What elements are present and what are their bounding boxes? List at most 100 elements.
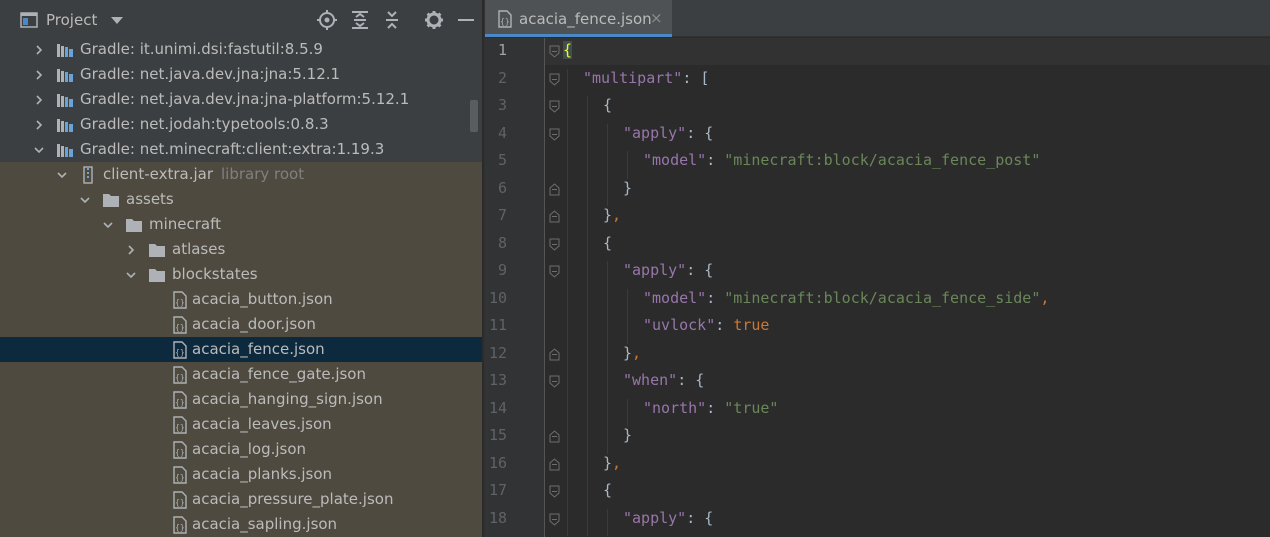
minimize-icon[interactable] — [456, 10, 476, 30]
chevron-right-icon[interactable] — [34, 45, 44, 55]
json-file-icon: {} — [173, 341, 187, 359]
close-icon[interactable]: × — [650, 9, 663, 27]
chevron-down-icon[interactable] — [34, 145, 44, 155]
fold-open-icon[interactable] — [549, 265, 560, 278]
chevron-down-icon[interactable] — [57, 170, 67, 180]
fold-close-icon[interactable] — [549, 430, 560, 443]
json-key: "model" — [643, 288, 707, 307]
tree-node-item[interactable]: Gradle: net.java.dev.jna:jna-platform:5.… — [0, 87, 482, 112]
project-tree: Gradle: it.unimi.dsi:fastutil:8.5.9 Gradl… — [0, 38, 482, 537]
json-punctuation: } — [603, 453, 613, 472]
tree-file-item[interactable]: {} acacia_pressure_plate.json — [0, 487, 482, 512]
tree-file-item[interactable]: {} acacia_leaves.json — [0, 412, 482, 437]
fold-open-icon[interactable] — [549, 238, 560, 251]
crosshair-icon[interactable] — [317, 10, 337, 30]
tree-node-item[interactable]: blockstates — [0, 262, 482, 287]
tree-file-item[interactable]: {} acacia_log.json — [0, 437, 482, 462]
json-keyword: , — [632, 343, 642, 362]
fold-close-icon[interactable] — [549, 347, 560, 361]
json-keyword: , — [612, 453, 622, 472]
caret-row-highlight — [545, 38, 1270, 65]
chevron-right-icon[interactable] — [34, 95, 44, 105]
json-file-icon: {} — [173, 441, 187, 459]
fold-open-icon[interactable] — [549, 513, 560, 526]
fold-close-icon[interactable] — [549, 182, 560, 196]
svg-text:{}: {} — [175, 473, 185, 482]
fold-open-icon[interactable] — [549, 485, 560, 498]
fold-open-icon[interactable] — [549, 45, 560, 58]
project-view-selector[interactable]: Project — [20, 10, 124, 30]
tree-file-item[interactable]: {} acacia_door.json — [0, 312, 482, 337]
tree-node-item[interactable]: assets — [0, 187, 482, 212]
json-punctuation: : { — [686, 508, 714, 527]
indent-guide — [587, 96, 588, 124]
json-string: "true" — [724, 398, 779, 417]
tree-node-item[interactable]: minecraft — [0, 212, 482, 237]
tree-file-item[interactable]: {} acacia_planks.json — [0, 462, 482, 487]
indent-guide — [567, 68, 568, 96]
tree-node-item[interactable]: client-extra.jar library root — [0, 162, 482, 187]
project-panel: Project Gradle: it.unimi.dsi:fastutil:8.… — [0, 0, 482, 537]
collapse-all-icon[interactable] — [382, 10, 402, 30]
indent-guide — [607, 178, 608, 206]
tree-item-label: Gradle: net.minecraft:client:extra:1.19.… — [80, 140, 385, 158]
chevron-right-icon[interactable] — [34, 70, 44, 80]
tree-file-item[interactable]: {} acacia_hanging_sign.json — [0, 387, 482, 412]
fold-open-icon[interactable] — [549, 100, 560, 113]
tree-item-label: atlases — [172, 240, 226, 258]
code-editor[interactable]: 1{2 "multipart": [3{4 "apply": {5 "model": … — [485, 38, 1270, 537]
line-number: 2 — [497, 68, 507, 87]
json-punctuation: : [ — [682, 68, 710, 87]
indent-guide — [567, 206, 568, 234]
tree-node-item[interactable]: Gradle: net.minecraft:client:extra:1.19.… — [0, 137, 482, 162]
tree-item-label: acacia_button.json — [192, 290, 333, 308]
folder-icon — [149, 269, 165, 282]
indent-guide — [587, 178, 588, 206]
tree-file-item[interactable]: {} acacia_fence.json — [0, 337, 482, 362]
json-punctuation: : { — [686, 123, 714, 142]
tree-item-sublabel: library root — [221, 165, 305, 183]
tree-node-item[interactable]: Gradle: it.unimi.dsi:fastutil:8.5.9 — [0, 37, 482, 62]
tree-node-item[interactable]: Gradle: net.jodah:typetools:0.8.3 — [0, 112, 482, 137]
fold-close-icon[interactable] — [549, 457, 560, 471]
indent-guide — [567, 233, 568, 261]
tree-file-item[interactable]: {} acacia_button.json — [0, 287, 482, 312]
tree-item-label: acacia_log.json — [192, 440, 307, 458]
tab-acacia-fence-json[interactable]: {} acacia_fence.json × — [485, 0, 672, 37]
fold-open-icon[interactable] — [549, 73, 560, 86]
jar-archive-icon — [83, 166, 93, 184]
indent-guide — [587, 288, 588, 316]
json-punctuation: : — [706, 288, 725, 307]
svg-text:{}: {} — [175, 298, 185, 307]
tree-file-item[interactable]: {} acacia_sapling.json — [0, 512, 482, 537]
code-line: "north": "true" — [643, 399, 778, 417]
tree-node-item[interactable]: Gradle: net.java.dev.jna:jna:5.12.1 — [0, 62, 482, 87]
code-line: "uvlock": true — [643, 316, 769, 334]
chevron-down-icon[interactable] — [126, 270, 136, 280]
chevron-right-icon[interactable] — [126, 245, 136, 255]
indent-guide — [607, 288, 608, 316]
line-number: 3 — [497, 96, 507, 114]
tree-node-item[interactable]: atlases — [0, 237, 482, 262]
json-punctuation: : { — [677, 371, 705, 389]
tree-scrollbar[interactable] — [470, 100, 478, 132]
code-line: } — [623, 426, 632, 444]
json-file-icon: {} — [173, 291, 187, 309]
indent-guide — [567, 508, 568, 536]
chevron-down-icon[interactable] — [80, 195, 90, 205]
chevron-down-icon[interactable] — [103, 220, 113, 230]
fold-open-icon[interactable] — [549, 375, 560, 388]
fold-close-icon[interactable] — [549, 210, 560, 223]
indent-guide — [627, 151, 628, 179]
tree-item-label: acacia_door.json — [192, 315, 316, 333]
indent-guide — [587, 453, 588, 481]
expand-all-icon[interactable] — [350, 10, 370, 30]
tree-file-item[interactable]: {} acacia_fence_gate.json — [0, 362, 482, 387]
gear-icon[interactable] — [424, 10, 444, 30]
code-line: "model": "minecraft:block/acacia_fence_s… — [643, 289, 1049, 307]
indent-guide — [587, 233, 588, 261]
fold-open-icon[interactable] — [549, 128, 560, 141]
chevron-right-icon[interactable] — [34, 120, 44, 130]
chevron-down-icon[interactable] — [111, 16, 124, 24]
json-punctuation: } — [623, 178, 633, 197]
